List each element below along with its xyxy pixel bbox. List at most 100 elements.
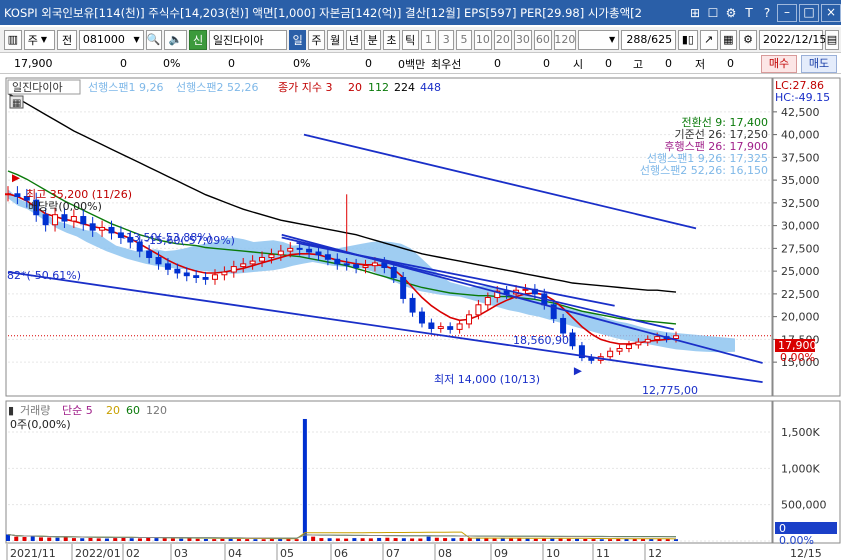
indicator-icon[interactable]: ▦ xyxy=(719,29,738,50)
quote-high: 0 xyxy=(665,57,672,70)
gear-icon[interactable]: ⚙ xyxy=(723,5,739,21)
tab-year[interactable]: 년 xyxy=(345,29,363,50)
chart-toolbar: ▥ 주 ▼ 전 081000 ▼ 🔍 🔈 신 일진다이아 일 주 월 년 분 초 틱… xyxy=(0,27,841,53)
chart-type-icon[interactable]: ▥ xyxy=(4,29,22,50)
bar-count-field[interactable]: 288/625 xyxy=(621,29,677,50)
x-axis-label: 04 xyxy=(228,547,242,560)
volume-bar xyxy=(121,537,126,541)
volume-bar xyxy=(500,538,505,541)
volume-bar xyxy=(459,537,464,541)
chevron-down-icon: ▼ xyxy=(133,35,140,44)
volume-bar xyxy=(113,538,118,541)
candle-body xyxy=(409,297,416,313)
prev-button[interactable]: 전 xyxy=(57,29,77,50)
candle-body xyxy=(447,326,454,330)
candle-body xyxy=(230,266,237,273)
volume-bar xyxy=(22,537,27,541)
legend-span1: 선행스팬1 9,26 xyxy=(88,81,163,94)
legend-span2: 선행스팬2 52,26 xyxy=(176,81,258,94)
date-field[interactable]: 2022/12/15 xyxy=(758,29,826,50)
current-change-label: 0.00% xyxy=(780,351,815,364)
candle-body xyxy=(400,277,407,299)
interval-120[interactable]: 120 xyxy=(553,29,576,50)
stock-chart[interactable]: 42,500 40,000 37,500 35,000 32,500 30,000 27,5… xyxy=(0,76,841,560)
text-icon[interactable]: T xyxy=(741,5,757,21)
volume-bar xyxy=(286,538,291,541)
custom-interval-select[interactable]: ▼ xyxy=(577,29,620,50)
x-axis-label: 12/15 xyxy=(790,547,822,560)
quote-volume: 0 xyxy=(228,57,235,70)
stock-code-input[interactable]: 081000 ▼ xyxy=(78,29,144,50)
legend-vol-ma20: 20 xyxy=(106,404,120,417)
draw-tool-icon[interactable]: ↗ xyxy=(699,29,718,50)
candle-body xyxy=(259,256,266,262)
candle-body xyxy=(52,214,59,226)
interval-10[interactable]: 10 xyxy=(473,29,492,50)
stock-name-field: 일진다이아 xyxy=(208,29,288,50)
volume-bar xyxy=(525,538,530,541)
credit-badge-icon: 신 xyxy=(189,29,207,50)
legend-ma112: 112 xyxy=(368,81,389,94)
minimize-button[interactable]: – xyxy=(777,3,797,22)
candle-body xyxy=(164,263,171,270)
candle-tool-icon[interactable]: ▮▯ xyxy=(678,29,698,50)
volume-bar xyxy=(88,537,93,541)
tab-day[interactable]: 일 xyxy=(289,29,307,50)
volume-bar xyxy=(608,539,613,541)
volume-legend-marker: ▮ xyxy=(8,404,14,417)
volume-bar xyxy=(517,538,522,541)
tab-month[interactable]: 월 xyxy=(326,29,344,50)
panel-table-glyph: ▦ xyxy=(12,98,21,109)
volume-bar xyxy=(451,538,456,541)
volume-panel-frame xyxy=(5,400,773,544)
calendar-icon[interactable]: ▤ xyxy=(824,29,839,50)
volume-bar xyxy=(674,539,678,541)
sell-button[interactable]: 매도 xyxy=(801,55,837,73)
buy-button[interactable]: 매수 xyxy=(761,55,797,73)
period-select[interactable]: 주 ▼ xyxy=(23,29,56,50)
maximize-button[interactable]: □ xyxy=(799,3,819,22)
chevron-down-icon: ▼ xyxy=(609,35,616,44)
volume-bar xyxy=(47,537,52,541)
price-tick-label: 20,000 xyxy=(781,311,820,324)
candle-body xyxy=(99,226,106,231)
tab-tick[interactable]: 틱 xyxy=(401,29,419,50)
search-icon[interactable]: 🔍 xyxy=(145,29,162,50)
interval-20[interactable]: 20 xyxy=(493,29,512,50)
help-icon[interactable]: ? xyxy=(759,5,775,21)
volume-bar xyxy=(533,538,538,541)
candle-body xyxy=(334,258,341,265)
sound-icon[interactable]: 🔈 xyxy=(163,29,188,50)
candle-body xyxy=(428,322,435,329)
x-axis-label: 11 xyxy=(596,547,610,560)
price-tick-label: 27,500 xyxy=(781,242,820,255)
volume-bar xyxy=(38,537,43,541)
tab-week[interactable]: 주 xyxy=(308,29,325,50)
tab-minute[interactable]: 분 xyxy=(364,29,382,50)
candle-body xyxy=(221,271,228,276)
quote-row: 17,900 0 0% 0 0% 0% 0 0백만 최우선 0 0 시 0 고 … xyxy=(0,54,841,74)
interval-3[interactable]: 3 xyxy=(438,29,455,50)
quote-ask: 0 xyxy=(494,57,501,70)
interval-60[interactable]: 60 xyxy=(533,29,552,50)
chart-area[interactable]: 42,500 40,000 37,500 35,000 32,500 30,000 27,5… xyxy=(0,76,841,560)
price-tick-label: 40,000 xyxy=(781,129,820,142)
volume-bar xyxy=(335,538,340,541)
volume-bar xyxy=(443,538,448,541)
tab-second[interactable]: 초 xyxy=(383,29,400,50)
candle-body xyxy=(644,338,651,343)
stock-code-value: 081000 xyxy=(82,33,125,46)
volume-current-pct: 0.00% xyxy=(779,534,814,547)
interval-5[interactable]: 5 xyxy=(456,29,472,50)
interval-30[interactable]: 30 xyxy=(513,29,532,50)
volume-bar xyxy=(195,538,200,541)
gear-icon[interactable]: ⚙ xyxy=(739,29,757,50)
interval-1[interactable]: 1 xyxy=(420,29,437,50)
candle-body xyxy=(202,277,209,280)
legend-volume: 거래량 xyxy=(20,404,50,417)
volume-bar xyxy=(410,538,415,541)
close-button[interactable]: × xyxy=(821,3,841,22)
window-icon[interactable]: ☐ xyxy=(705,5,721,21)
grid-icon[interactable]: ⊞ xyxy=(687,5,703,21)
volume-bar xyxy=(236,538,241,541)
